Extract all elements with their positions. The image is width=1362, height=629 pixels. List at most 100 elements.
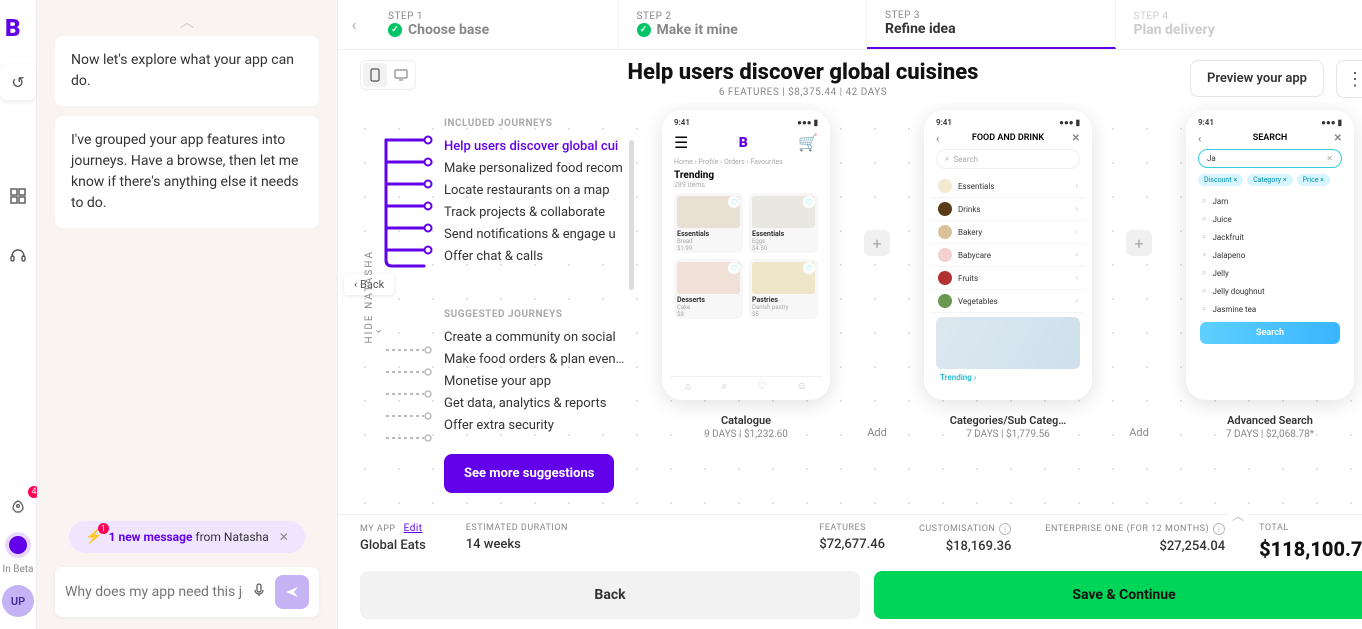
mockup-catalogue[interactable]: 9:41●●● ▮ ☰B🛒 Home › Profile › Orders › …: [642, 110, 850, 514]
main-area: ‹ STEP 1 ✓Choose base STEP 2 ✓Make it mi…: [337, 0, 1362, 629]
home-icon: ⌂: [685, 381, 691, 392]
dashboard-icon[interactable]: [0, 178, 36, 214]
save-continue-button[interactable]: Save & Continue: [874, 571, 1362, 619]
myapp-label: MY APP: [360, 524, 396, 534]
phone-bottom-nav: ⌂⌕♡☺: [670, 376, 822, 392]
search-icon: ⌕: [1202, 250, 1206, 260]
device-desktop-icon[interactable]: [389, 63, 413, 87]
message-bolt-icon: ⚡: [85, 529, 102, 545]
headset-icon[interactable]: [0, 238, 36, 274]
features-value: $72,677.46: [819, 537, 885, 552]
search-result: ⌕Jackfruit: [1194, 228, 1346, 246]
journey-item[interactable]: Make food orders & plan even…: [398, 348, 628, 370]
journey-item[interactable]: Create a community on social: [398, 326, 628, 348]
journey-item[interactable]: Monetise your app: [398, 370, 628, 392]
chat-panel: ︿ Now let's explore what your app can do…: [37, 0, 337, 629]
suggested-journeys-heading: SUGGESTED JOURNEYS: [444, 309, 628, 320]
footer-bar: ︿ MY APPEdit Global Eats ESTIMATED DURAT…: [338, 514, 1362, 629]
beta-indicator[interactable]: [9, 536, 27, 554]
undo-icon[interactable]: ↺: [0, 64, 36, 100]
phone-frame: 9:41●●● ▮ ‹SEARCH✕ Ja✕ Discount × Catego…: [1186, 110, 1354, 400]
search-icon: ⌕: [1202, 196, 1206, 206]
see-more-suggestions-button[interactable]: See more suggestions: [444, 454, 614, 493]
new-message-pill[interactable]: ⚡ 1 new message from Natasha ✕: [69, 521, 305, 553]
phone-banner: [936, 317, 1080, 369]
mockup-meta: 7 DAYS | $2,068.78*: [1226, 429, 1314, 440]
category-row: Fruits›: [932, 267, 1084, 290]
phone-title: FOOD AND DRINK: [972, 133, 1044, 143]
mic-icon[interactable]: [251, 582, 267, 602]
filter-chip: Category ×: [1247, 174, 1293, 186]
journeys-panel: INCLUDED JOURNEYS Help users discover gl…: [398, 110, 628, 514]
add-feature-button[interactable]: +: [864, 230, 890, 256]
back-button[interactable]: Back: [360, 571, 860, 619]
trending-link: Trending ›: [932, 373, 1084, 382]
journey-item[interactable]: Get data, analytics & reports: [398, 392, 628, 414]
footer-expand-chevron[interactable]: ︿: [1228, 507, 1248, 524]
close-icon: ✕: [1072, 133, 1080, 144]
journey-item[interactable]: Make personalized food recom: [398, 157, 628, 179]
category-row: Drinks›: [932, 198, 1084, 221]
rocket-icon[interactable]: 4: [0, 490, 36, 526]
search-icon: ⌕: [1202, 268, 1206, 278]
edit-app-link[interactable]: Edit: [404, 523, 423, 534]
check-icon: ✓: [637, 23, 651, 37]
step-4[interactable]: STEP 4 Plan delivery: [1116, 0, 1362, 49]
customisation-value: $18,169.36: [919, 539, 1011, 554]
journey-item[interactable]: Locate restaurants on a map: [398, 179, 628, 201]
device-toggle: [360, 60, 416, 90]
send-button[interactable]: [275, 575, 309, 609]
canvas-meta: 6 FEATURES | $8,375.44 | 42 DAYS: [428, 87, 1178, 98]
stepper-prev[interactable]: ‹: [338, 0, 370, 49]
category-row: Bakery›: [932, 221, 1084, 244]
device-phone-icon[interactable]: [363, 63, 387, 87]
add-label: Add: [867, 426, 887, 439]
canvas-title: Help users discover global cuisines: [428, 60, 1178, 85]
journey-item[interactable]: Help users discover global cui: [398, 135, 628, 157]
myapp-value: Global Eats: [360, 538, 426, 553]
chat-collapse-chevron[interactable]: ︿: [55, 12, 319, 32]
features-label: FEATURES: [819, 523, 885, 533]
journey-item[interactable]: Track projects & collaborate: [398, 201, 628, 223]
chat-input-row: [55, 567, 319, 617]
search-result: ⌕Jalapeno: [1194, 246, 1346, 264]
step-1[interactable]: STEP 1 ✓Choose base: [370, 0, 619, 49]
search-icon: ⌕: [1202, 286, 1206, 296]
user-avatar[interactable]: UP: [2, 585, 34, 617]
product-card: ♡EssentialsEggs$4.50: [749, 193, 818, 253]
filter-chip: Discount ×: [1198, 174, 1243, 186]
add-feature-button[interactable]: +: [1126, 230, 1152, 256]
mockup-title: Catalogue: [721, 414, 771, 427]
info-icon[interactable]: i: [999, 523, 1011, 535]
more-menu-button[interactable]: ⋮: [1336, 60, 1362, 98]
journey-item[interactable]: Send notifications & engage u: [398, 223, 628, 245]
phone-frame: 9:41●●● ▮ ‹FOOD AND DRINK✕ ⌕Search Essen…: [924, 110, 1092, 400]
left-rail: B ↺ 4 In Beta UP: [0, 0, 37, 629]
preview-app-button[interactable]: Preview your app: [1190, 60, 1324, 97]
product-card: ♡PastriesDanish pastry$5: [749, 259, 818, 319]
info-icon[interactable]: i: [1213, 523, 1225, 535]
journeys-scrollbar[interactable]: [629, 140, 634, 290]
canvas-body: ‹ Back INCLUDED JOURNEYS Help users: [338, 102, 1362, 514]
cart-icon: 🛒: [798, 133, 818, 152]
signal-icon: ●●● ▮: [797, 118, 818, 127]
brand-logo: B: [5, 14, 31, 40]
phone-logo: B: [739, 135, 748, 151]
journey-item[interactable]: Offer chat & calls: [398, 245, 628, 267]
step-3[interactable]: STEP 3 Refine idea: [867, 0, 1116, 49]
mockup-meta: 9 DAYS | $1,232.60: [704, 429, 788, 440]
profile-icon: ☺: [797, 381, 807, 392]
dismiss-pill-icon[interactable]: ✕: [279, 530, 289, 544]
chat-input[interactable]: [65, 584, 243, 600]
step-2[interactable]: STEP 2 ✓Make it mine: [619, 0, 868, 49]
heart-icon: ♡: [803, 196, 815, 208]
filter-chip: Price ×: [1297, 174, 1330, 186]
mockup-categories[interactable]: 9:41●●● ▮ ‹FOOD AND DRINK✕ ⌕Search Essen…: [904, 110, 1112, 514]
phone-title: SEARCH: [1253, 133, 1288, 143]
hide-natasha-toggle[interactable]: HIDE NATASHA‹: [364, 250, 381, 343]
journey-item[interactable]: Offer extra security: [398, 414, 628, 436]
search-icon: ⌕: [721, 381, 727, 392]
mockup-search[interactable]: 9:41●●● ▮ ‹SEARCH✕ Ja✕ Discount × Catego…: [1166, 110, 1362, 514]
phone-search: ⌕Search: [936, 149, 1080, 169]
mockup-meta: 7 DAYS | $1,779.56: [966, 429, 1050, 440]
